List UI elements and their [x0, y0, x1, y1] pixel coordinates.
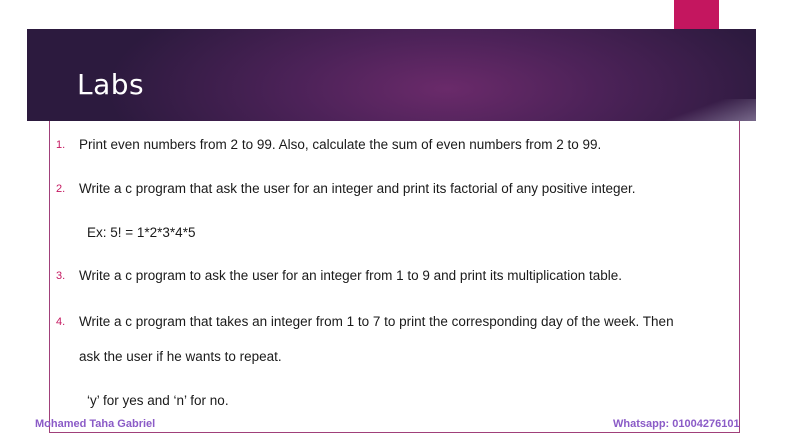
- list-item: Write a c program to ask the user for an…: [79, 268, 623, 283]
- list-item-continuation: ask the user if he wants to repeat.: [79, 349, 282, 364]
- list-item-note: ‘y’ for yes and ‘n’ for no.: [87, 393, 229, 408]
- list-item: Write a c program that ask the user for …: [79, 181, 636, 196]
- footer-author: Mohamed Taha Gabriel: [35, 418, 156, 430]
- item-number: 4.: [56, 316, 66, 328]
- item-number: 1.: [56, 139, 66, 151]
- item-number: 2.: [56, 183, 66, 195]
- list-item: Print even numbers from 2 to 99. Also, c…: [79, 137, 602, 152]
- footer-contact: Whatsapp: 01004276101: [613, 418, 740, 430]
- slide-title: Labs: [77, 68, 145, 101]
- item-number: 3.: [56, 270, 66, 282]
- banner-shine: [646, 99, 756, 121]
- list-item-example: Ex: 5! = 1*2*3*4*5: [87, 225, 196, 240]
- list-item: Write a c program that takes an integer …: [79, 314, 674, 329]
